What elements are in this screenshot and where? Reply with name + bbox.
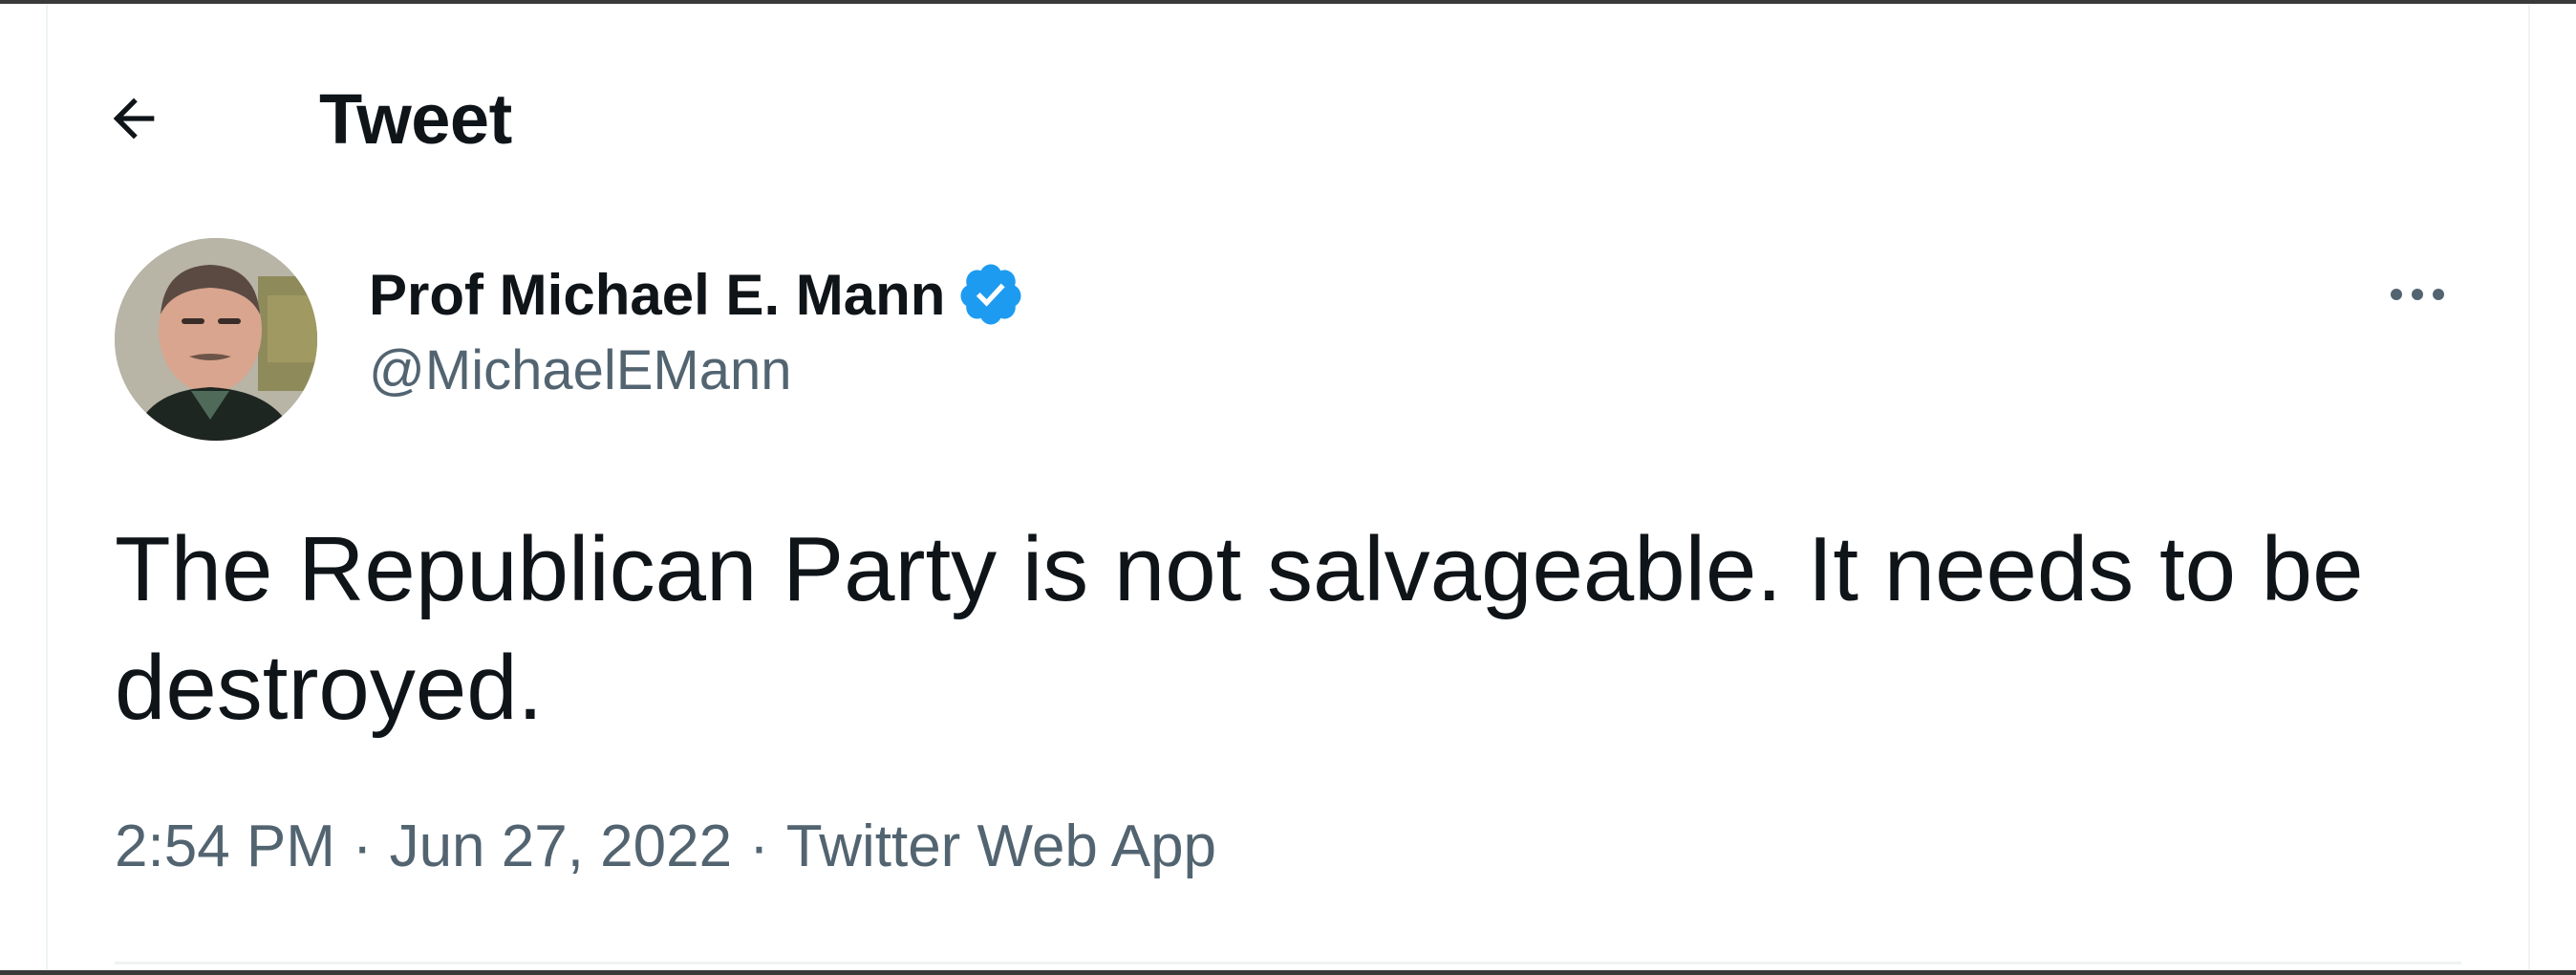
- tweet-source[interactable]: Twitter Web App: [786, 812, 1216, 880]
- divider: [115, 962, 2461, 964]
- tweet-date[interactable]: Jun 27, 2022: [390, 812, 733, 880]
- page-header: Tweet: [113, 61, 512, 176]
- tweet-page: Tweet Prof Michael E. Mann @MichaelEMann…: [0, 4, 2576, 970]
- tweet-time[interactable]: 2:54 PM: [115, 812, 335, 880]
- author-identity: Prof Michael E. Mann @MichaelEMann: [369, 254, 1025, 402]
- verified-badge-icon: [956, 260, 1025, 329]
- avatar[interactable]: [115, 238, 317, 441]
- more-horizontal-icon: [2391, 289, 2444, 300]
- tweet-text: The Republican Party is not salvageable.…: [115, 518, 2364, 739]
- page-title: Tweet: [319, 78, 512, 159]
- author-handle[interactable]: @MichaelEMann: [369, 338, 1025, 402]
- arrow-left-icon: [113, 98, 155, 140]
- author-display-name[interactable]: Prof Michael E. Mann: [369, 262, 945, 328]
- author-name-row: Prof Michael E. Mann: [369, 254, 1025, 335]
- meta-separator: ·: [749, 813, 769, 879]
- tweet-meta: 2:54 PM · Jun 27, 2022 · Twitter Web App: [115, 812, 1216, 880]
- more-options-button[interactable]: [2372, 254, 2463, 335]
- avatar-photo: [115, 238, 317, 441]
- column-border-right: [2528, 4, 2530, 970]
- back-button[interactable]: [90, 75, 178, 162]
- meta-separator: ·: [352, 813, 373, 879]
- column-border-left: [46, 4, 48, 970]
